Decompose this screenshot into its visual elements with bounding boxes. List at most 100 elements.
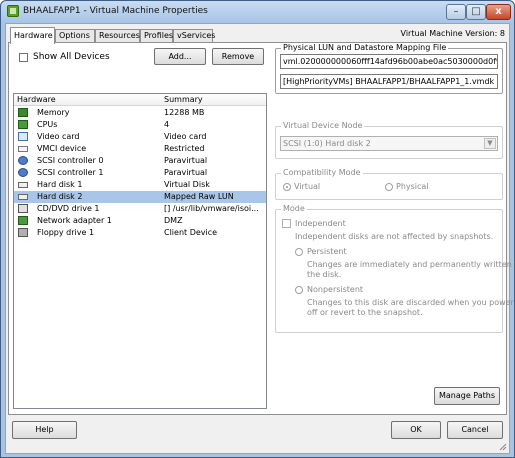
- cancel-button[interactable]: Cancel: [447, 421, 503, 439]
- column-header-summary[interactable]: Summary: [164, 95, 203, 104]
- column-header-hardware[interactable]: Hardware: [17, 95, 56, 104]
- remove-button[interactable]: Remove: [212, 48, 264, 65]
- hardware-item-summary: 4: [164, 120, 170, 129]
- vm-properties-window: BHAALFAPP1 - Virtual Machine Properties …: [0, 0, 515, 458]
- persistent-label: Persistent: [307, 247, 347, 256]
- dialog-client-area: Hardware Options Resources Profiles vSer…: [5, 23, 515, 454]
- show-all-devices-label: Show All Devices: [33, 52, 110, 62]
- persistent-description-line-1: Changes are immediately and permanently …: [307, 260, 515, 269]
- tab-hardware[interactable]: Hardware: [10, 27, 55, 44]
- hardware-item-name: Video card: [37, 132, 80, 141]
- help-button[interactable]: Help: [12, 421, 77, 439]
- hardware-row-scsi-controller-0[interactable]: SCSI controller 0 Paravirtual: [14, 155, 266, 167]
- video-card-icon: [18, 132, 28, 141]
- compatibility-mode-group: Compatibility Mode Virtual Physical: [275, 168, 503, 200]
- hardware-item-summary: [] /usr/lib/vmware/isoi...: [164, 204, 259, 213]
- vm-version-label: Virtual Machine Version: 8: [400, 29, 505, 38]
- scsi-controller-icon: [18, 156, 28, 165]
- hardware-item-name: Network adapter 1: [37, 216, 112, 225]
- hardware-row-vmci-device[interactable]: VMCI device Restricted: [14, 143, 266, 155]
- virtual-compat-label: Virtual: [294, 182, 321, 191]
- manage-paths-button[interactable]: Manage Paths: [434, 387, 500, 405]
- hardware-item-summary: Client Device: [164, 228, 218, 237]
- ok-button[interactable]: OK: [391, 421, 441, 439]
- hardware-item-summary: Mapped Raw LUN: [164, 192, 234, 201]
- hardware-item-summary: Virtual Disk: [164, 180, 210, 189]
- nonpersistent-radio[interactable]: [295, 286, 303, 294]
- hardware-item-name: Hard disk 2: [37, 192, 83, 201]
- compatibility-mode-title: Compatibility Mode: [281, 168, 363, 177]
- close-button[interactable]: x: [486, 4, 511, 20]
- nonpersistent-description-line-1: Changes to this disk are discarded when …: [307, 298, 514, 307]
- network-adapter-icon: [18, 216, 28, 225]
- hardware-row-memory[interactable]: Memory 12288 MB: [14, 107, 266, 119]
- floppy-icon: [18, 228, 28, 237]
- hardware-row-hard-disk-2[interactable]: Hard disk 2 Mapped Raw LUN: [14, 191, 266, 203]
- hardware-item-name: Floppy drive 1: [37, 228, 95, 237]
- memory-icon: [18, 108, 28, 117]
- vm-app-icon: [7, 5, 19, 17]
- scsi-controller-icon: [18, 168, 28, 177]
- hardware-item-summary: Video card: [164, 132, 207, 141]
- hardware-item-name: Hard disk 1: [37, 180, 83, 189]
- hardware-row-network-adapter-1[interactable]: Network adapter 1 DMZ: [14, 215, 266, 227]
- virtual-device-node-group: Virtual Device Node SCSI (1:0) Hard disk…: [275, 121, 503, 159]
- lun-id-field[interactable]: vml.020000000060fff14afd96b00abe0ac50300…: [280, 54, 498, 69]
- hardware-row-cd-dvd-drive-1[interactable]: CD/DVD drive 1 [] /usr/lib/vmware/isoi..…: [14, 203, 266, 215]
- cpu-icon: [18, 120, 28, 129]
- mode-title: Mode: [281, 204, 307, 213]
- persistent-description-line-2: the disk.: [307, 270, 342, 279]
- hardware-item-name: SCSI controller 0: [37, 156, 104, 165]
- nonpersistent-label: Nonpersistent: [307, 285, 364, 294]
- virtual-device-node-value: SCSI (1:0) Hard disk 2: [283, 139, 371, 148]
- hard-disk-icon: [18, 182, 28, 188]
- hardware-list-header: Hardware Summary: [14, 94, 266, 106]
- window-title: BHAALFAPP1 - Virtual Machine Properties: [23, 6, 208, 16]
- mode-group: Mode Independent Independent disks are n…: [275, 204, 515, 333]
- hardware-row-video-card[interactable]: Video card Video card: [14, 131, 266, 143]
- hardware-item-name: VMCI device: [37, 144, 87, 153]
- hardware-row-floppy-drive-1[interactable]: Floppy drive 1 Client Device: [14, 227, 266, 239]
- hardware-item-summary: Restricted: [164, 144, 205, 153]
- chevron-down-icon: ▼: [484, 138, 496, 149]
- tab-options[interactable]: Options: [55, 29, 95, 43]
- hardware-item-summary: DMZ: [164, 216, 183, 225]
- physical-compat-label: Physical: [396, 182, 429, 191]
- hardware-item-name: CPUs: [37, 120, 58, 129]
- hardware-row-hard-disk-1[interactable]: Hard disk 1 Virtual Disk: [14, 179, 266, 191]
- maximize-button[interactable]: □: [466, 4, 486, 20]
- title-bar[interactable]: BHAALFAPP1 - Virtual Machine Properties …: [1, 1, 514, 23]
- minimize-button[interactable]: –: [446, 4, 466, 20]
- hardware-item-summary: 12288 MB: [164, 108, 205, 117]
- hardware-list: Hardware Summary Memory 12288 MB CPUs 4 …: [13, 93, 267, 409]
- hardware-tab-panel: Show All Devices Add... Remove Hardware …: [8, 42, 515, 415]
- show-all-devices-checkbox[interactable]: [19, 53, 28, 62]
- hardware-item-name: CD/DVD drive 1: [37, 204, 100, 213]
- hard-disk-icon: [18, 194, 28, 200]
- virtual-device-node-select[interactable]: SCSI (1:0) Hard disk 2 ▼: [280, 136, 498, 151]
- device-icon: [18, 146, 28, 152]
- hardware-item-summary: Paravirtual: [164, 168, 208, 177]
- virtual-device-node-title: Virtual Device Node: [281, 121, 365, 130]
- persistent-radio[interactable]: [295, 248, 303, 256]
- hardware-row-scsi-controller-1[interactable]: SCSI controller 1 Paravirtual: [14, 167, 266, 179]
- lun-mapping-title: Physical LUN and Datastore Mapping File: [281, 43, 449, 52]
- resize-grip-icon[interactable]: [499, 443, 507, 451]
- lun-mapping-group: Physical LUN and Datastore Mapping File …: [275, 43, 503, 94]
- tab-resources[interactable]: Resources: [95, 29, 140, 43]
- hardware-item-summary: Paravirtual: [164, 156, 208, 165]
- physical-compat-radio[interactable]: [385, 183, 393, 191]
- independent-checkbox[interactable]: [282, 219, 291, 228]
- tab-vservices[interactable]: vServices: [173, 29, 215, 43]
- tab-profiles[interactable]: Profiles: [140, 29, 173, 43]
- add-button[interactable]: Add...: [154, 48, 206, 65]
- virtual-compat-radio[interactable]: [283, 183, 291, 191]
- hardware-item-name: SCSI controller 1: [37, 168, 104, 177]
- mapping-file-field[interactable]: [HighPriorityVMs] BHAALFAPP1/BHAALFAPP1_…: [280, 74, 498, 89]
- independent-description: Independent disks are not affected by sn…: [295, 232, 494, 241]
- cd-dvd-icon: [18, 204, 28, 213]
- nonpersistent-description-line-2: off or revert to the snapshot.: [307, 308, 423, 317]
- hardware-row-cpus[interactable]: CPUs 4: [14, 119, 266, 131]
- independent-label: Independent: [295, 219, 346, 228]
- hardware-item-name: Memory: [37, 108, 70, 117]
